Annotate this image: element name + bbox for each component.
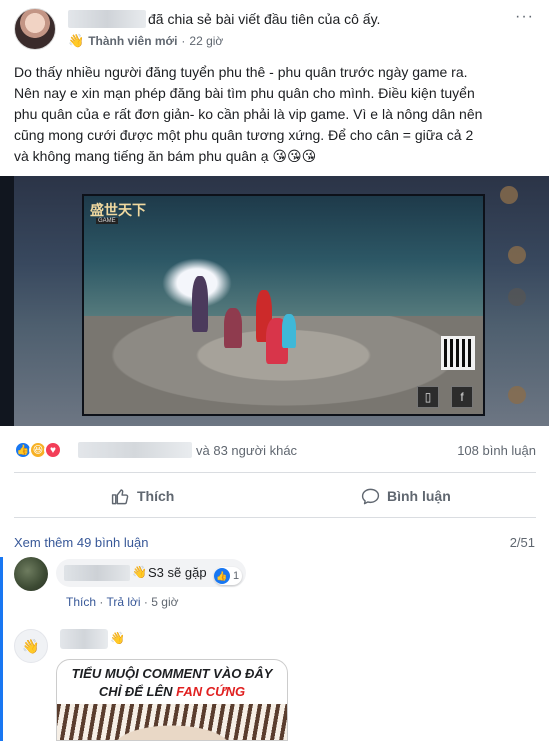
character [224,308,242,348]
author-name-blurred[interactable] [68,10,146,28]
author-avatar[interactable] [14,8,56,50]
post-image[interactable]: 盛世天下 GAME ▯ f [0,176,549,426]
facebook-icon: f [451,386,473,408]
like-label: Thích [137,488,175,504]
comment-meme-image[interactable]: TIỂU MUỘI COMMENT VÀO ĐÂY CHỈ ĐỂ LÊN FAN… [56,659,288,741]
reactions-others[interactable]: và 83 người khác [196,443,297,458]
new-member-wave-icon: 👋 [110,631,125,645]
post-body: Do thấy nhiều người đăng tuyển phu thê -… [14,62,536,167]
qr-code [441,336,475,370]
image-left-edge [0,176,14,426]
comment-like-count: 1 [233,570,240,582]
comments-page-count: 2/51 [509,535,535,550]
meme-art [57,704,287,740]
game-side-icon [508,386,526,404]
meme-text-line2: CHỈ ĐỂ LÊN FAN CỨNG [57,684,287,699]
comment-like-badge[interactable]: 👍 1 [214,567,243,585]
thumbs-up-icon [111,488,129,504]
comments-section: Xem thêm 49 bình luận 2/51 👋 S3 sẽ gặp 👍… [0,521,549,741]
reactor-names-blurred[interactable] [78,442,192,458]
new-member-wave-icon: 👋 [132,565,147,579]
comment-icon [361,488,380,504]
comment-highlight-bar [0,557,3,741]
game-window: 盛世天下 GAME ▯ f [82,194,485,416]
post-line: cũng mong cưới được một phu quân tương x… [14,127,474,143]
post-line-text: và không mang tiếng ăn bám phu quân ạ [14,148,269,164]
post-header: đã chia sẻ bài viết đầu tiên của cô ấy. … [14,6,534,52]
commenter-name-blurred[interactable] [60,629,108,649]
game-side-icon [500,186,518,204]
kiss-emoji-icons: 😘😘😘 [272,148,317,164]
post-meta: 👋 Thành viên mới · 22 giờ [68,33,223,49]
like-icon: 👍 [214,568,230,584]
comment-text: S3 sẽ gặp [148,565,207,580]
game-logo: 盛世天下 [90,203,146,219]
meme-text-line1: TIỂU MUỘI COMMENT VÀO ĐÂY [71,666,273,681]
meme-text-highlight: FAN CỨNG [176,684,246,699]
meta-separator: · [181,34,186,48]
game-info-button: ▯ [417,386,439,408]
comments-count[interactable]: 108 bình luận [457,443,536,458]
post-line: Nên nay e xin mạn phép đăng bài tìm phu … [14,85,475,101]
camera-icon [508,288,526,306]
comment-time[interactable]: 5 giờ [151,595,178,609]
love-icon[interactable]: ♥ [44,441,62,459]
post-line: Do thấy nhiều người đăng tuyển phu thê -… [14,64,468,80]
new-member-wave-icon: 👋 [68,33,85,48]
comment-button[interactable]: Bình luận [361,484,451,508]
comment-reply-link[interactable]: Trả lời [106,595,140,609]
more-options-icon[interactable]: ··· [515,8,534,26]
commenter-avatar[interactable] [14,557,48,591]
view-more-comments-link[interactable]: Xem thêm 49 bình luận [14,535,148,550]
default-avatar-icon[interactable]: 👋 [14,629,48,663]
shared-text: đã chia sẻ bài viết đầu tiên của cô ấy. [148,11,381,27]
character [282,314,296,348]
post-time[interactable]: 22 giờ [189,34,223,48]
divider [14,472,536,473]
game-logo-sub: GAME [96,218,118,224]
meme-text-prefix: CHỈ ĐỂ LÊN [98,684,177,699]
comment-like-link[interactable]: Thích [66,595,96,609]
comment-label: Bình luận [387,488,451,504]
game-side-icon [508,246,526,264]
like-button[interactable]: Thích [111,484,174,508]
character [192,276,208,332]
commenter-name-blurred[interactable] [64,565,130,581]
reactions-summary: 👍 😆 ♥ và 83 người khác 108 bình luận [14,441,536,461]
comment-actions: Thích · Trả lời · 5 giờ [66,595,178,609]
post-line-last: và không mang tiếng ăn bám phu quân ạ 😘😘… [14,146,536,167]
member-badge[interactable]: Thành viên mới [88,34,177,48]
divider [14,517,536,518]
post-line: phu quân của e rất đơn giản- ko cần phải… [14,106,483,122]
